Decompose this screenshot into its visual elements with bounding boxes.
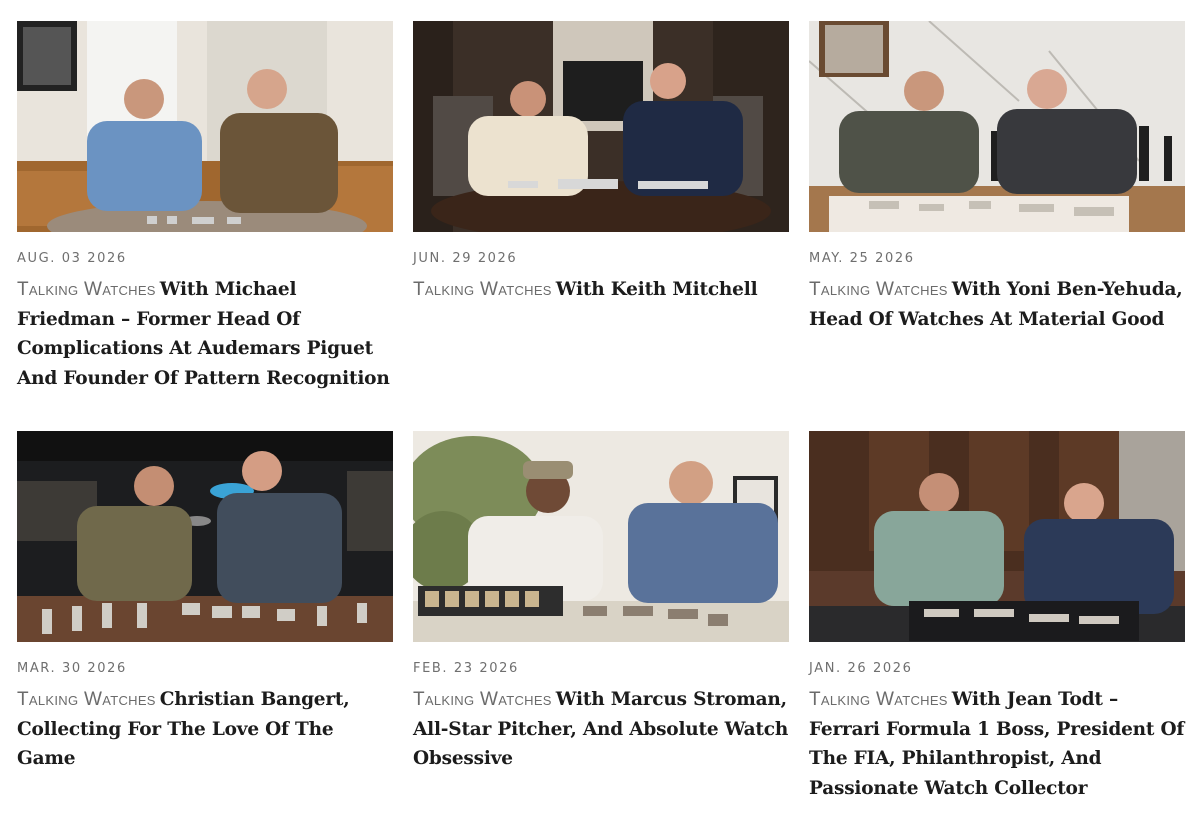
article-thumbnail[interactable] bbox=[17, 431, 393, 642]
article-card[interactable]: MAR. 30 2026 Talking Watches Christian Ba… bbox=[17, 431, 393, 803]
article-title[interactable]: Talking Watches With Jean Todt – Ferrari … bbox=[809, 685, 1185, 803]
article-thumbnail[interactable] bbox=[809, 21, 1185, 232]
article-thumbnail[interactable] bbox=[17, 21, 393, 232]
article-card[interactable]: AUG. 03 2026 Talking Watches With Michael… bbox=[17, 21, 393, 431]
series-label: Talking Watches bbox=[17, 689, 156, 710]
article-title[interactable]: Talking Watches Christian Bangert, Collec… bbox=[17, 685, 393, 774]
article-title-text: With Keith Mitchell bbox=[555, 279, 758, 300]
article-card[interactable]: JAN. 26 2026 Talking Watches With Jean To… bbox=[809, 431, 1185, 803]
article-date: FEB. 23 2026 bbox=[413, 661, 519, 676]
article-title[interactable]: Talking Watches With Marcus Stroman, All-… bbox=[413, 685, 789, 774]
article-date: MAY. 25 2026 bbox=[809, 251, 915, 266]
article-date: JAN. 26 2026 bbox=[809, 661, 913, 676]
article-grid: AUG. 03 2026 Talking Watches With Michael… bbox=[17, 21, 1185, 803]
article-date: JUN. 29 2026 bbox=[413, 251, 518, 266]
series-label: Talking Watches bbox=[413, 279, 552, 300]
series-label: Talking Watches bbox=[413, 689, 552, 710]
article-title[interactable]: Talking Watches With Keith Mitchell bbox=[413, 275, 789, 305]
series-label: Talking Watches bbox=[17, 279, 156, 300]
article-date: AUG. 03 2026 bbox=[17, 251, 127, 266]
article-title[interactable]: Talking Watches With Yoni Ben-Yehuda, Hea… bbox=[809, 275, 1185, 334]
article-card[interactable]: JUN. 29 2026 Talking Watches With Keith M… bbox=[413, 21, 789, 431]
article-card[interactable]: FEB. 23 2026 Talking Watches With Marcus … bbox=[413, 431, 789, 803]
article-thumbnail[interactable] bbox=[413, 431, 789, 642]
article-title[interactable]: Talking Watches With Michael Friedman – F… bbox=[17, 275, 393, 393]
article-thumbnail[interactable] bbox=[413, 21, 789, 232]
article-card[interactable]: MAY. 25 2026 Talking Watches With Yoni Be… bbox=[809, 21, 1185, 431]
article-thumbnail[interactable] bbox=[809, 431, 1185, 642]
series-label: Talking Watches bbox=[809, 279, 948, 300]
article-date: MAR. 30 2026 bbox=[17, 661, 127, 676]
series-label: Talking Watches bbox=[809, 689, 948, 710]
